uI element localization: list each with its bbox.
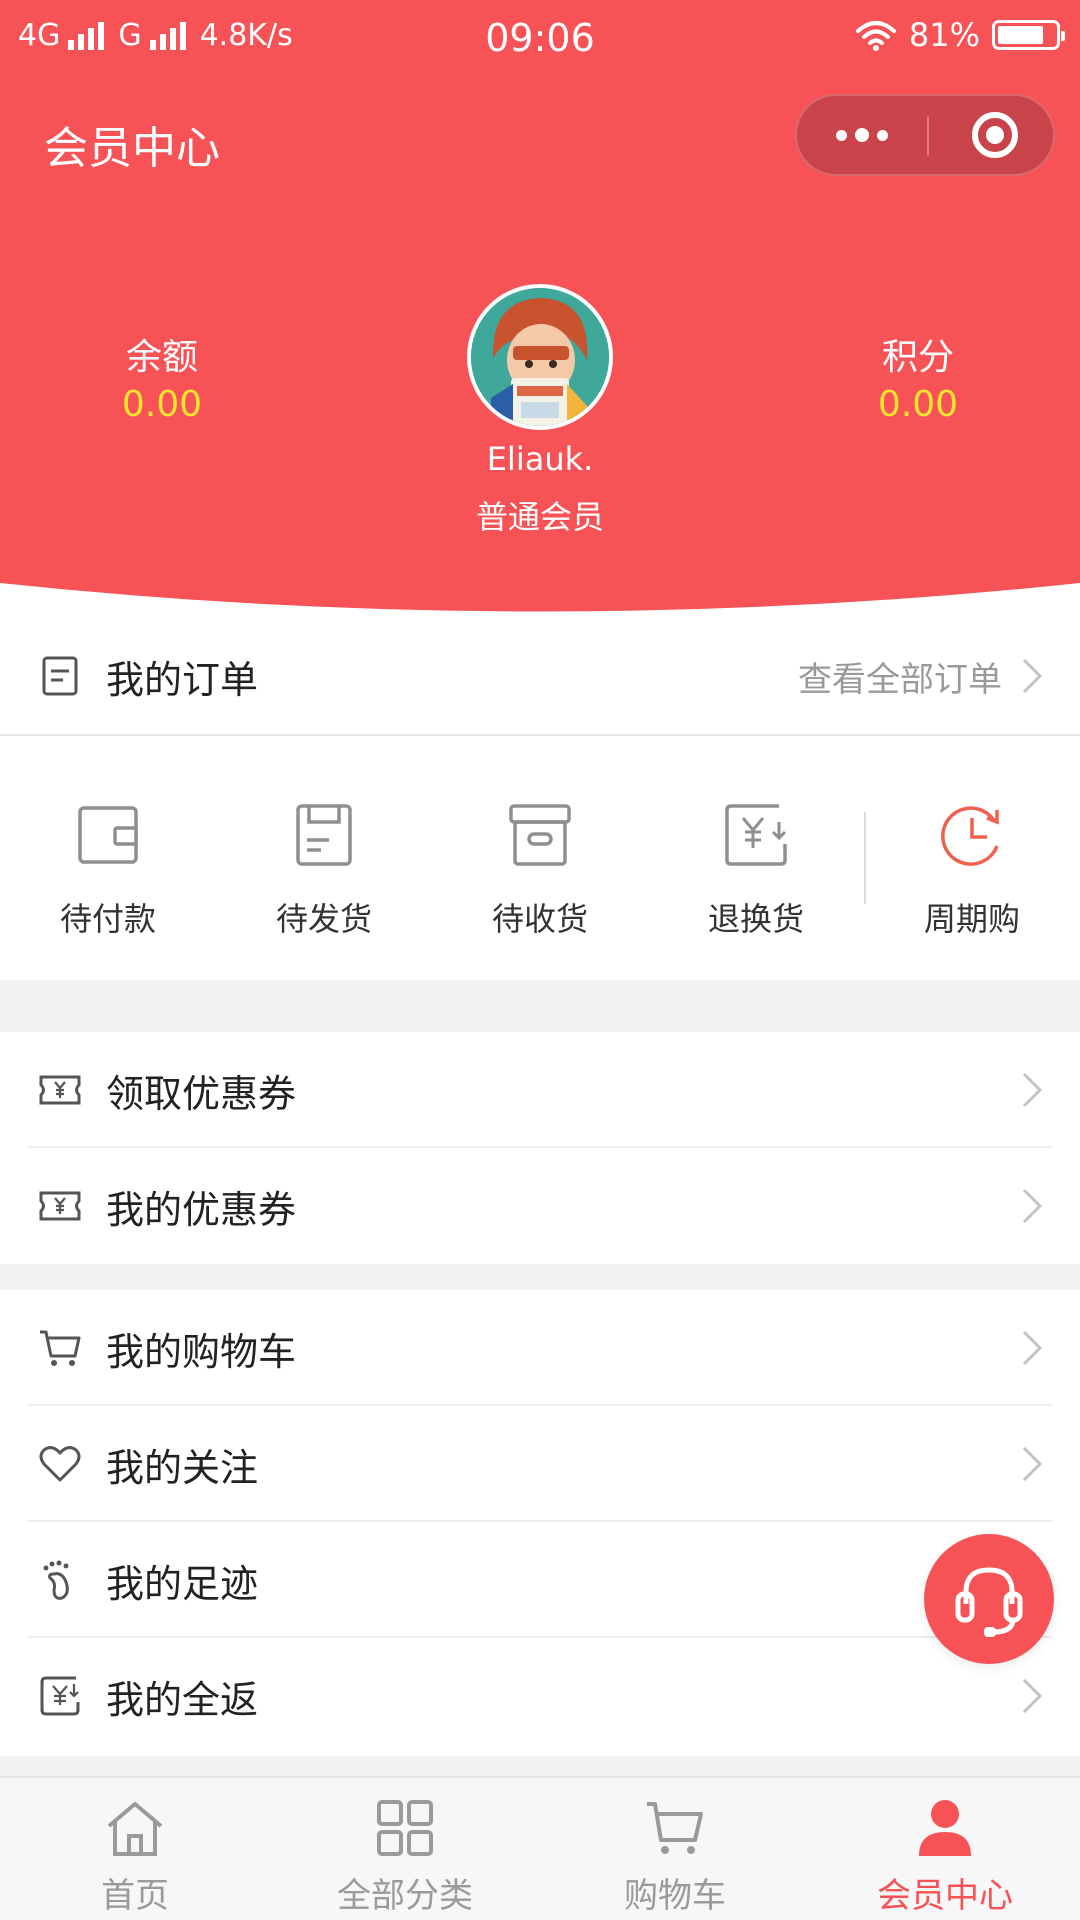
tab-home[interactable]: 首页 bbox=[0, 1778, 270, 1920]
my-cart-row[interactable]: 我的购物车 bbox=[0, 1290, 1080, 1406]
chevron-right-icon bbox=[1022, 1678, 1043, 1714]
points-label: 积分 bbox=[881, 337, 954, 378]
wallet-icon bbox=[78, 806, 138, 864]
balance-stat[interactable]: 余额 0.00 bbox=[42, 328, 282, 425]
order-status-pending-shipment[interactable]: 待发货 bbox=[216, 800, 432, 940]
cart-icon bbox=[647, 1802, 703, 1854]
order-status-label: 退换货 bbox=[707, 900, 804, 938]
footprint-icon bbox=[43, 1560, 69, 1600]
clock-icon bbox=[941, 806, 999, 866]
view-all-orders-link[interactable]: 查看全部订单 bbox=[798, 652, 1002, 701]
order-status-pending-payment[interactable]: 待付款 bbox=[0, 800, 216, 940]
battery-percent: 81% bbox=[908, 16, 980, 54]
my-cart-label: 我的购物车 bbox=[106, 1329, 297, 1374]
my-footprints-row[interactable]: 我的足迹 bbox=[0, 1522, 1080, 1638]
refund-icon bbox=[725, 804, 787, 866]
chevron-right-icon bbox=[1022, 658, 1043, 694]
more-button[interactable] bbox=[797, 96, 927, 174]
tab-member-center[interactable]: 会员中心 bbox=[810, 1778, 1080, 1920]
cart-icon bbox=[40, 1330, 81, 1366]
balance-label: 余额 bbox=[125, 337, 198, 378]
home-icon bbox=[107, 1802, 163, 1856]
tab-label: 全部分类 bbox=[337, 1876, 473, 1916]
get-coupons-label: 领取优惠券 bbox=[106, 1071, 297, 1116]
heart-icon bbox=[39, 1446, 81, 1482]
member-level: 普通会员 bbox=[475, 498, 604, 536]
order-status-label: 待付款 bbox=[59, 900, 156, 938]
order-status-subscription[interactable]: 周期购 bbox=[864, 800, 1080, 940]
miniprogram-capsule bbox=[795, 94, 1055, 176]
box-icon bbox=[509, 804, 571, 866]
order-status-label: 待发货 bbox=[275, 900, 372, 938]
battery-icon bbox=[992, 20, 1065, 50]
chevron-right-icon bbox=[1022, 1330, 1043, 1366]
my-footprints-label: 我的足迹 bbox=[106, 1561, 259, 1606]
coupon-icon bbox=[39, 1191, 81, 1221]
chevron-right-icon bbox=[1022, 1188, 1043, 1224]
avatar[interactable] bbox=[467, 284, 613, 430]
my-orders-row[interactable]: 我的订单 查看全部订单 bbox=[0, 618, 1080, 734]
orders-divider bbox=[0, 734, 1080, 736]
order-status-label: 周期购 bbox=[923, 900, 1020, 938]
rebate-icon bbox=[40, 1676, 80, 1716]
my-follows-row[interactable]: 我的关注 bbox=[0, 1406, 1080, 1522]
coupon-icon bbox=[39, 1075, 81, 1105]
order-status-returns[interactable]: 退换货 bbox=[648, 800, 864, 940]
tab-label: 购物车 bbox=[624, 1876, 726, 1916]
order-status-pending-receipt[interactable]: 待收货 bbox=[432, 800, 648, 940]
page-title: 会员中心 bbox=[44, 123, 220, 174]
my-rebate-row[interactable]: 我的全返 bbox=[0, 1638, 1080, 1754]
status-right: 81% bbox=[855, 16, 1065, 54]
my-follows-label: 我的关注 bbox=[106, 1445, 259, 1490]
order-list-icon bbox=[42, 656, 78, 696]
tab-label: 会员中心 bbox=[877, 1876, 1013, 1916]
points-value: 0.00 bbox=[877, 384, 959, 425]
balance-value: 0.00 bbox=[121, 384, 203, 425]
my-coupons-row[interactable]: 我的优惠券 bbox=[0, 1148, 1080, 1264]
headset-icon bbox=[955, 1567, 1023, 1637]
points-stat[interactable]: 积分 0.00 bbox=[798, 328, 1038, 425]
grid-icon bbox=[377, 1800, 433, 1856]
username: Eliauk. bbox=[486, 440, 594, 478]
close-miniprogram-button[interactable] bbox=[972, 112, 1018, 158]
customer-service-button[interactable] bbox=[924, 1534, 1054, 1664]
user-icon bbox=[919, 1800, 971, 1856]
my-coupons-label: 我的优惠券 bbox=[106, 1187, 297, 1232]
tab-label: 首页 bbox=[101, 1876, 169, 1916]
chevron-right-icon bbox=[1022, 1072, 1043, 1108]
tab-categories[interactable]: 全部分类 bbox=[270, 1778, 540, 1920]
get-coupons-row[interactable]: 领取优惠券 bbox=[0, 1032, 1080, 1148]
chevron-right-icon bbox=[1022, 1446, 1043, 1482]
tab-cart[interactable]: 购物车 bbox=[540, 1778, 810, 1920]
wifi-icon bbox=[855, 21, 896, 51]
capsule-divider bbox=[927, 116, 929, 156]
status-bar: 4G G 4.8K/s 09:06 81% bbox=[0, 0, 1080, 76]
package-icon bbox=[296, 804, 352, 866]
order-status-label: 待收货 bbox=[491, 900, 588, 938]
bottom-tab-bar: 首页 全部分类 购物车 会员中心 bbox=[0, 1776, 1080, 1920]
avatar-illustration bbox=[471, 288, 609, 426]
battery-level bbox=[998, 26, 1044, 44]
my-rebate-label: 我的全返 bbox=[106, 1677, 259, 1722]
my-orders-label: 我的订单 bbox=[106, 657, 259, 702]
